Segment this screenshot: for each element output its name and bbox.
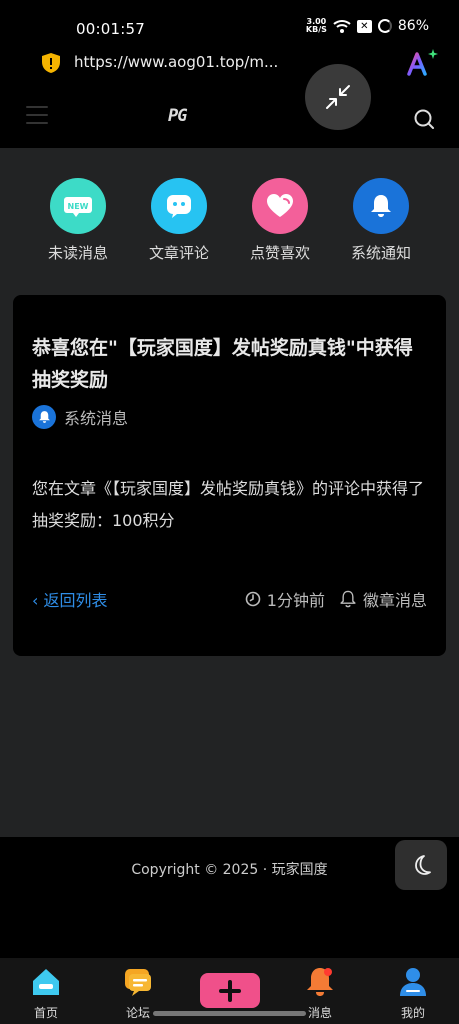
- clock-icon: [245, 591, 261, 607]
- svg-text:NEW: NEW: [68, 202, 89, 211]
- tab-label: 我的: [400, 1006, 425, 1020]
- battery-ring-icon: [377, 19, 392, 33]
- site-header: PG: [0, 84, 459, 148]
- bell-icon: [353, 178, 409, 234]
- main-content: NEW 未读消息 文章评论 点赞喜欢 系统通知 恭喜您在"【玩家国度】发帖奖励真…: [0, 148, 459, 837]
- collapse-fullscreen-button[interactable]: [305, 64, 371, 130]
- category-comments[interactable]: 文章评论: [139, 178, 219, 263]
- status-icons: 3.00 KB/S ✕ 86%: [305, 17, 429, 35]
- tab-mine[interactable]: 我的: [383, 966, 443, 1021]
- new-post-button[interactable]: [200, 973, 260, 1008]
- forum-chat-icon: [125, 969, 151, 996]
- site-footer: Copyright © 2025 · 玩家国度: [0, 837, 459, 958]
- message-body: 您在文章《【玩家国度】发帖奖励真钱》的评论中获得了抽奖奖励：100积分: [32, 479, 425, 530]
- category-label: 文章评论: [148, 244, 209, 262]
- browser-url-bar[interactable]: https://www.aog01.top/m...: [0, 44, 459, 84]
- dark-mode-toggle[interactable]: [395, 840, 447, 890]
- category-label: 未读消息: [47, 244, 108, 262]
- chat-face-icon: [151, 178, 207, 234]
- message-categories: NEW 未读消息 文章评论 点赞喜欢 系统通知: [0, 178, 459, 268]
- category-system[interactable]: 系统通知: [341, 178, 421, 263]
- category-likes[interactable]: 点赞喜欢: [240, 178, 320, 263]
- message-meta: 1分钟前 徽章消息: [245, 587, 427, 611]
- category-label: 点赞喜欢: [249, 244, 310, 262]
- menu-icon[interactable]: [26, 106, 48, 124]
- home-icon: [33, 969, 59, 995]
- gesture-home-bar[interactable]: [153, 1011, 306, 1016]
- message-time: 1分钟前: [266, 591, 325, 610]
- back-to-list-link[interactable]: ‹ 返回列表: [32, 587, 108, 611]
- message-source-label: 系统消息: [64, 409, 129, 428]
- status-bar: 00:01:57 3.00 KB/S ✕ 86%: [0, 0, 459, 44]
- bell-outline-icon: [340, 590, 356, 608]
- plus-icon: [219, 979, 241, 1002]
- tab-home[interactable]: 首页: [16, 966, 76, 1021]
- tab-label: 首页: [33, 1006, 58, 1020]
- ai-assistant-icon[interactable]: [406, 48, 438, 78]
- heart-icon: [252, 178, 308, 234]
- bell-icon: [307, 968, 333, 996]
- battery-level: 86%: [397, 18, 429, 34]
- collapse-arrows-icon: [326, 85, 350, 109]
- chevron-left-icon: ‹: [32, 591, 44, 610]
- message-card: 恭喜您在"【玩家国度】发帖奖励真钱"中获得抽奖奖励 系统消息 您在文章《【玩家国…: [13, 295, 446, 656]
- back-label: 返回列表: [43, 591, 108, 610]
- url-text[interactable]: https://www.aog01.top/m...: [74, 53, 278, 71]
- message-source: 系统消息: [32, 405, 128, 429]
- copyright-text: Copyright © 2025 · 玩家国度: [131, 862, 328, 878]
- category-label: 系统通知: [350, 244, 411, 262]
- moon-icon: [415, 855, 431, 875]
- bell-icon: [32, 405, 56, 429]
- status-time: 00:01:57: [76, 20, 145, 38]
- user-icon: [400, 968, 426, 996]
- wifi-icon: [333, 20, 351, 33]
- sim-off-icon: ✕: [356, 19, 372, 33]
- message-title: 恭喜您在"【玩家国度】发帖奖励真钱"中获得抽奖奖励: [32, 337, 413, 391]
- message-type: 徽章消息: [362, 591, 427, 610]
- site-logo[interactable]: PG: [168, 106, 188, 126]
- category-unread[interactable]: NEW 未读消息: [38, 178, 118, 263]
- shield-icon[interactable]: [40, 52, 62, 74]
- net-speed: 3.00 KB/S: [305, 17, 327, 34]
- new-badge-icon: NEW: [50, 178, 106, 234]
- search-icon[interactable]: [413, 108, 435, 130]
